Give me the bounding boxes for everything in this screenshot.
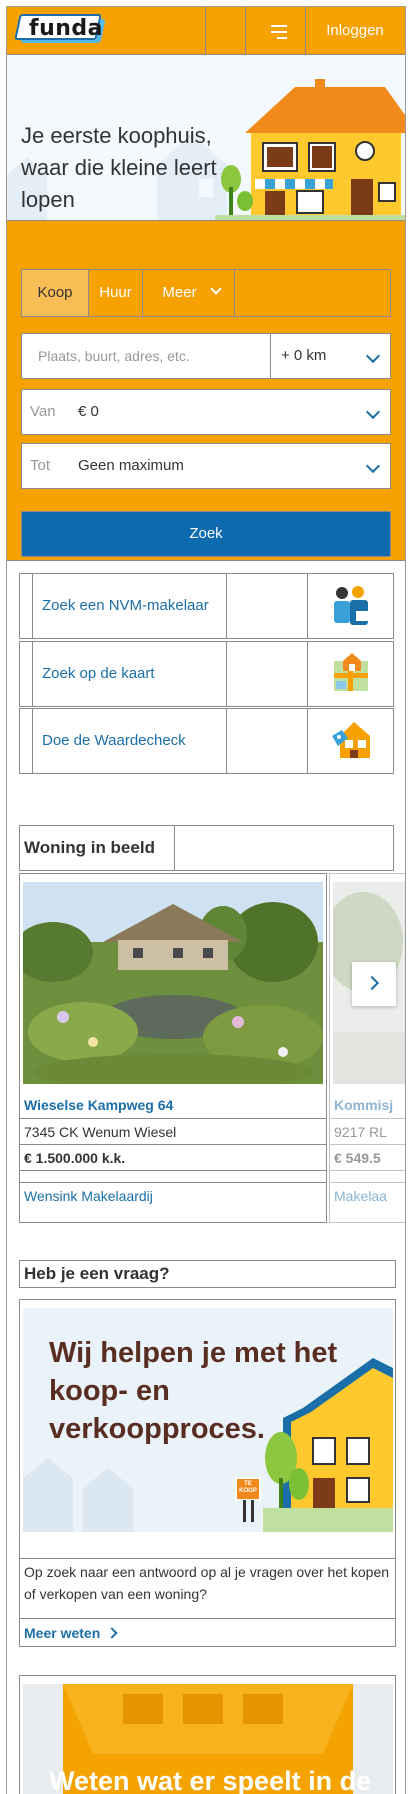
price-from-select[interactable]: Van € 0	[21, 389, 391, 435]
house-city: 7345 CK Wenum Wiesel	[20, 1118, 326, 1145]
promo-text: Weten wat er speelt in de	[49, 1766, 372, 1794]
house-illustration	[215, 79, 405, 220]
house-street[interactable]: Wieselse Kampweg 64	[20, 1092, 326, 1118]
price-to-select[interactable]: Tot Geen maximum	[21, 443, 391, 489]
tab-huur[interactable]: Huur	[89, 270, 143, 316]
quick-link-kaart[interactable]: Zoek op de kaart	[19, 641, 394, 707]
tab-meer-label: Meer	[162, 284, 197, 301]
makelaar-icon	[334, 586, 368, 625]
price-to-value: Geen maximum	[78, 457, 184, 474]
page-frame: funda Inloggen Je eerste koophuis, waar …	[6, 6, 406, 1794]
quick-link-icon-box	[307, 708, 394, 774]
vraag-card[interactable]: Wij helpen je met het koop- en verkooppr…	[19, 1299, 396, 1647]
woning-in-beeld-header: Woning in beeld	[19, 825, 394, 871]
meer-weten-label: Meer weten	[24, 1625, 101, 1641]
hamburger-menu-icon[interactable]	[245, 7, 305, 55]
meer-weten-link[interactable]: Meer weten	[20, 1618, 395, 1646]
location-search-input[interactable]: Plaats, buurt, adres, etc. + 0 km	[21, 333, 391, 379]
search-tabs: Koop Huur Meer	[21, 269, 391, 317]
quick-link-makelaar[interactable]: Zoek een NVM-makelaar	[19, 573, 394, 639]
tab-empty	[235, 270, 390, 316]
house-photo	[23, 882, 323, 1084]
vraag-illustration: Wij helpen je met het koop- en verkooppr…	[23, 1308, 393, 1532]
price-from-value: € 0	[78, 403, 99, 420]
price-to-label: Tot	[30, 457, 51, 474]
tab-meer[interactable]: Meer	[143, 270, 235, 316]
location-placeholder: Plaats, buurt, adres, etc.	[38, 348, 190, 364]
vraag-section-title: Heb je een vraag?	[19, 1260, 396, 1288]
waardecheck-icon	[332, 722, 370, 758]
quick-link-icon-box	[307, 573, 394, 639]
chevron-down-icon	[210, 283, 222, 295]
chevron-down-icon	[365, 404, 381, 420]
logo-text: funda	[29, 16, 103, 41]
chevron-right-icon	[364, 975, 380, 991]
radius-select[interactable]: + 0 km	[270, 334, 390, 378]
house-street[interactable]: Kommisj	[330, 1092, 405, 1118]
vraag-description: Op zoek naar een antwoord op al je vrage…	[20, 1558, 395, 1607]
card-spacer	[330, 1170, 405, 1182]
quick-link-label: Zoek een NVM-makelaar	[42, 597, 209, 614]
promo-card[interactable]: Weten wat er speelt in de	[19, 1675, 396, 1794]
house-broker[interactable]: Makelaa	[330, 1182, 405, 1209]
quick-link-label: Zoek op de kaart	[42, 665, 155, 682]
funda-logo[interactable]: funda	[14, 14, 106, 46]
house-card[interactable]: Kommisj 9217 RL € 549.5 Makelaa	[329, 873, 405, 1223]
quick-link-label: Doe de Waardecheck	[42, 732, 186, 749]
tab-koop[interactable]: Koop	[22, 270, 89, 316]
promo-image: Weten wat er speelt in de	[23, 1684, 393, 1794]
search-panel: Koop Huur Meer Plaats, buurt, adres, etc…	[7, 221, 405, 561]
house-card[interactable]: Wieselse Kampweg 64 7345 CK Wenum Wiesel…	[19, 873, 327, 1223]
search-button[interactable]: Zoek	[21, 511, 391, 557]
login-link[interactable]: Inloggen	[305, 7, 405, 55]
house-price: € 1.500.000 k.k.	[20, 1144, 326, 1171]
te-koop-sign-text: TE KOOP	[239, 1481, 257, 1494]
carousel-next-button[interactable]	[352, 962, 396, 1006]
header-divider	[205, 7, 245, 55]
chevron-down-icon	[365, 348, 381, 364]
map-icon	[334, 653, 368, 691]
quick-link-waardecheck[interactable]: Doe de Waardecheck	[19, 708, 394, 774]
vraag-headline: Wij helpen je met het koop- en verkooppr…	[49, 1337, 338, 1445]
top-header: funda Inloggen	[7, 7, 405, 55]
card-spacer	[20, 1170, 326, 1182]
quick-link-icon-box	[307, 641, 394, 707]
house-price: € 549.5	[330, 1144, 405, 1171]
radius-value: + 0 km	[281, 347, 327, 364]
price-from-label: Van	[30, 403, 56, 420]
chevron-down-icon	[365, 458, 381, 474]
chevron-right-icon	[106, 1627, 118, 1639]
hero-banner: Je eerste koophuis, waar die kleine leer…	[7, 55, 405, 221]
section-title: Woning in beeld	[20, 826, 175, 870]
house-broker[interactable]: Wensink Makelaardij	[20, 1182, 326, 1209]
house-city: 9217 RL	[330, 1118, 405, 1145]
